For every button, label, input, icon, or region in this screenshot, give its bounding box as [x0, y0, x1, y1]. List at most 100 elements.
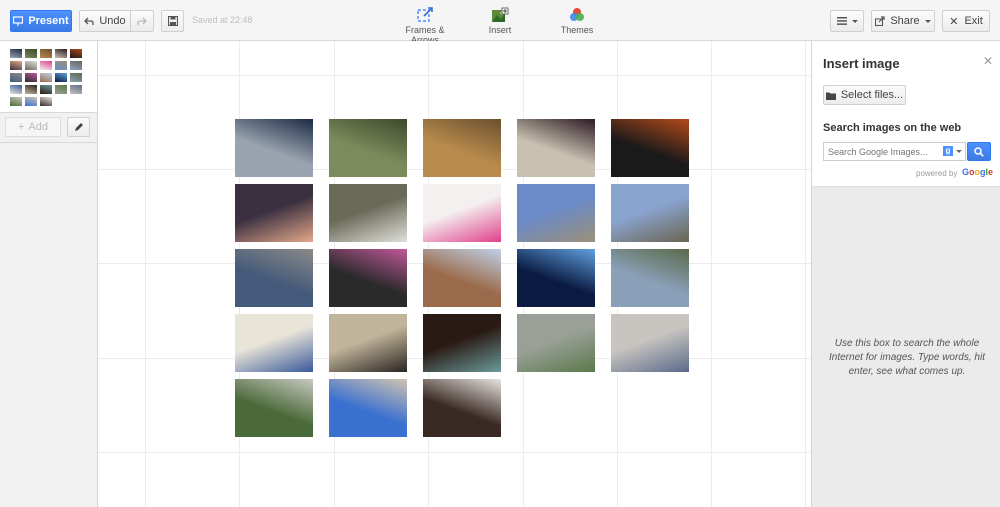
thumbnail-photo [10, 97, 22, 106]
share-icon [875, 16, 885, 26]
canvas-photo[interactable] [235, 314, 313, 372]
thumbnail-photo [70, 61, 82, 70]
thumbnail-photo [40, 49, 52, 58]
canvas-photo[interactable] [611, 249, 689, 307]
google-logo: Google [962, 167, 994, 177]
grid-line [805, 41, 806, 507]
canvas-photo[interactable] [611, 314, 689, 372]
chevron-down-icon [924, 19, 931, 23]
thumbnail-photo [70, 49, 82, 58]
top-toolbar: Present Undo Saved at 22:48 Frames & Arr… [0, 0, 1000, 45]
canvas-photo[interactable] [423, 314, 501, 372]
canvas-photo[interactable] [517, 314, 595, 372]
present-icon [13, 16, 24, 26]
canvas-photo[interactable] [329, 314, 407, 372]
thumbnail-photo [40, 97, 52, 106]
powered-by-label: powered by [916, 169, 958, 178]
pencil-icon [74, 123, 83, 131]
canvas-photo[interactable] [235, 119, 313, 177]
panel-title: Insert image [823, 56, 900, 71]
canvas-photo[interactable] [329, 249, 407, 307]
insert-image-icon [492, 7, 509, 22]
edit-frames-button[interactable] [67, 117, 90, 137]
canvas-photo[interactable] [611, 184, 689, 242]
canvas-photo[interactable] [517, 184, 595, 242]
grid-line [98, 75, 811, 76]
save-icon [167, 16, 178, 26]
tool-frames-arrows[interactable]: Frames & Arrows [392, 7, 458, 45]
google-g-icon[interactable]: g [943, 146, 953, 156]
tool-insert[interactable]: Insert [482, 7, 518, 35]
canvas-photo[interactable] [611, 119, 689, 177]
thumbnail-photo [25, 61, 37, 70]
plus-icon: + [17, 121, 25, 133]
menu-icon [836, 17, 847, 25]
chevron-down-icon [851, 19, 858, 23]
thumbnail-photo [25, 97, 37, 106]
exit-label: Exit [964, 15, 983, 27]
thumbnail-photo [55, 85, 67, 94]
thumbnail-photo [25, 73, 37, 82]
search-button[interactable] [967, 142, 991, 161]
exit-button[interactable]: ✕ Exit [942, 10, 990, 32]
canvas-photo[interactable] [329, 119, 407, 177]
redo-icon [137, 17, 147, 25]
menu-button[interactable] [830, 10, 864, 32]
canvas-photo[interactable] [329, 184, 407, 242]
search-icon [974, 146, 984, 157]
thumbnail-grid [10, 49, 82, 106]
canvas-photo[interactable] [235, 249, 313, 307]
canvas-photo[interactable] [235, 184, 313, 242]
add-frame-button[interactable]: + Add [5, 117, 61, 137]
undo-icon [84, 17, 94, 25]
themes-icon [570, 8, 584, 21]
select-files-button[interactable]: Select files... [823, 85, 906, 105]
thumbnail-photo [70, 85, 82, 94]
tool-themes[interactable]: Themes [559, 7, 595, 35]
frames-arrows-icon [417, 7, 433, 22]
search-help-text: Use this box to search the whole Interne… [829, 338, 985, 377]
insert-image-box: Insert image ✕ Select files... Search im… [812, 41, 1000, 187]
tool-insert-label: Insert [488, 25, 512, 35]
chevron-down-icon[interactable] [956, 150, 962, 153]
grid-line [711, 41, 712, 507]
insert-image-panel: Insert image ✕ Select files... Search im… [811, 41, 1000, 507]
thumbnail-photo [40, 61, 52, 70]
saved-status: Saved at 22:48 [192, 15, 253, 25]
canvas-photo[interactable] [517, 119, 595, 177]
thumbnail-photo [40, 85, 52, 94]
folder-icon [825, 92, 836, 100]
frame-sidebar: + Add [0, 41, 98, 507]
thumbnail-photo [10, 73, 22, 82]
redo-button[interactable] [130, 10, 154, 32]
tool-themes-label: Themes [560, 25, 594, 35]
thumbnail-photo [55, 73, 67, 82]
grid-line [145, 41, 146, 507]
undo-button[interactable]: Undo [79, 10, 131, 32]
select-files-label: Select files... [840, 89, 904, 101]
thumbnail-photo [10, 61, 22, 70]
canvas-photo[interactable] [423, 119, 501, 177]
sidebar-actions: + Add [0, 113, 97, 143]
canvas-photo[interactable] [329, 379, 407, 437]
slide-thumbnail[interactable] [0, 41, 97, 113]
thumbnail-photo [25, 49, 37, 58]
canvas-photo[interactable] [423, 379, 501, 437]
close-icon: ✕ [949, 15, 959, 28]
share-button[interactable]: Share [871, 10, 935, 32]
search-heading: Search images on the web [823, 122, 962, 134]
canvas-photo[interactable] [423, 249, 501, 307]
present-button[interactable]: Present [10, 10, 72, 32]
thumbnail-photo [55, 49, 67, 58]
canvas-photo[interactable] [423, 184, 501, 242]
grid-line [98, 452, 811, 453]
canvas-photo[interactable] [517, 249, 595, 307]
add-label: Add [28, 121, 48, 133]
prezi-canvas[interactable] [98, 41, 811, 507]
canvas-photo[interactable] [235, 379, 313, 437]
thumbnail-photo [70, 73, 82, 82]
thumbnail-photo [10, 49, 22, 58]
present-label: Present [28, 15, 69, 27]
close-icon[interactable]: ✕ [983, 54, 993, 68]
save-button[interactable] [161, 10, 184, 32]
